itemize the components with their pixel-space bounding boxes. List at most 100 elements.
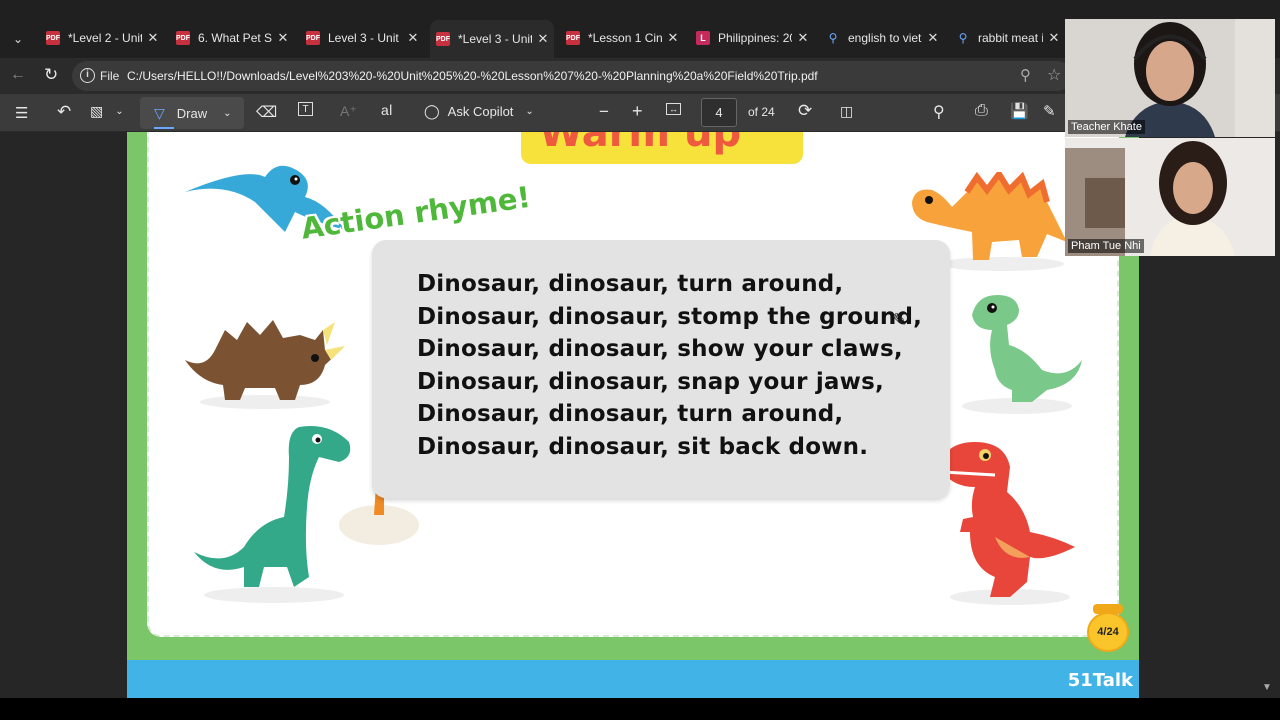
student-name: Pham Tue Nhi	[1068, 239, 1144, 253]
rhyme-line: Dinosaur, dinosaur, turn around,	[417, 401, 844, 427]
tab-3[interactable]: PDF Level 3 - Unit 5 ✕	[300, 23, 424, 53]
tab-8[interactable]: ⚲ rabbit meat in ✕	[950, 23, 1065, 53]
search-icon: ⚲	[958, 31, 968, 45]
minus-icon: −	[599, 102, 609, 121]
back-arrow-icon: ←	[10, 66, 26, 83]
slide-footer-bar: 51Talk	[127, 660, 1139, 698]
tab-7[interactable]: ⚲ english to vietn ✕	[820, 23, 944, 53]
chevron-down-icon: ⌄	[223, 107, 232, 119]
l-icon: L	[696, 31, 710, 45]
save-button[interactable]: 💾	[1010, 102, 1029, 120]
warmup-banner: Warm up	[521, 132, 803, 164]
close-icon[interactable]: ✕	[796, 30, 810, 46]
triangle-down-icon: ▼	[1262, 682, 1272, 693]
close-icon[interactable]: ✕	[406, 30, 420, 46]
zoom-out-button[interactable]: −	[599, 102, 609, 122]
pdf-icon: PDF	[176, 31, 190, 45]
green-dinosaur-illustration	[962, 295, 1082, 414]
save-as-icon: ✎	[1043, 103, 1056, 120]
copilot-icon: ◯	[424, 103, 440, 119]
tab-2[interactable]: PDF 6. What Pet Sho ✕	[170, 23, 294, 53]
page-view-button[interactable]: ◫	[840, 103, 853, 120]
rhyme-line: Dinosaur, dinosaur, stomp the ground,	[417, 304, 923, 330]
close-icon[interactable]: ✕	[666, 30, 680, 46]
brown-triceratops-illustration	[185, 320, 345, 409]
tab-6[interactable]: L Philippines: 20: ✕	[690, 23, 814, 53]
close-icon[interactable]: ✕	[926, 30, 940, 46]
pdf-icon: PDF	[566, 31, 580, 45]
draw-button[interactable]: ▽ Draw ⌄	[140, 97, 244, 129]
save-icon: 💾	[1010, 103, 1029, 120]
highlight-button[interactable]: ▧ ⌄	[90, 103, 124, 120]
search-icon: ⚲	[933, 104, 945, 121]
chevron-down-icon: ⌄	[115, 106, 124, 117]
tab-4[interactable]: PDF *Level 3 - Unit 5 ✕	[430, 20, 554, 58]
read-aloud-button[interactable]: A⁺	[340, 103, 357, 120]
info-icon: i	[80, 68, 95, 83]
student-video[interactable]: Pham Tue Nhi	[1065, 138, 1275, 256]
page-total: of 24	[748, 105, 775, 119]
rhyme-line: Dinosaur, dinosaur, turn around,	[417, 271, 844, 297]
search-icon: ⚲	[828, 31, 838, 45]
tab-5[interactable]: PDF *Lesson 1 Cindy ✕	[560, 23, 684, 53]
search-button[interactable]: ⚲	[933, 102, 945, 122]
page-number-input[interactable]: 4	[701, 98, 737, 127]
rhyme-line: Dinosaur, dinosaur, snap your jaws,	[417, 369, 884, 395]
print-icon: ⎙	[975, 102, 988, 119]
brand-logo: 51Talk	[1067, 670, 1133, 691]
erase-button[interactable]: ⌫	[256, 103, 277, 121]
translate-icon: aا	[381, 102, 393, 118]
pdf-page[interactable]: Warm up Action rhyme! Dinosaur, dinosaur…	[127, 132, 1139, 698]
print-button[interactable]: ⎙	[975, 102, 988, 120]
zoom-icon[interactable]: ⚲	[1020, 66, 1031, 84]
undo-icon: ↶	[57, 102, 72, 121]
draw-underline	[154, 127, 174, 129]
read-aloud-icon: A⁺	[340, 103, 357, 119]
rhyme-line: Dinosaur, dinosaur, sit back down.	[417, 434, 869, 460]
fit-page-button[interactable]: ↔	[666, 103, 681, 115]
pdf-icon: PDF	[306, 31, 320, 45]
contents-button[interactable]: ☰	[15, 104, 28, 122]
bottom-strip	[0, 698, 1280, 720]
refresh-button[interactable]: ↻	[44, 65, 58, 85]
tab-label: Level 3 - Unit 5	[328, 31, 402, 45]
refresh-icon: ↻	[44, 65, 59, 84]
plus-icon: +	[632, 101, 643, 121]
translate-button[interactable]: aا	[381, 102, 393, 119]
address-url[interactable]: C:/Users/HELLO!!/Downloads/Level%203%20-…	[127, 69, 818, 83]
teacher-video[interactable]: Teacher Khate	[1065, 19, 1275, 137]
close-icon[interactable]: ✕	[276, 30, 290, 46]
tab-label: 6. What Pet Sho	[198, 31, 272, 45]
page-total-label: of 24	[748, 105, 775, 119]
address-bar[interactable]: i File C:/Users/HELLO!!/Downloads/Level%…	[72, 61, 1072, 91]
rotate-button[interactable]: ⟳	[798, 101, 812, 121]
close-icon[interactable]: ✕	[536, 31, 550, 47]
eraser-icon: ⌫	[256, 104, 278, 121]
save-as-button[interactable]: ✎	[1043, 102, 1056, 120]
tab-label: rabbit meat in	[978, 31, 1043, 45]
page-current: 4	[715, 105, 723, 120]
tab-1[interactable]: PDF *Level 2 - Unit ✕	[40, 23, 164, 53]
tab-label: english to vietn	[848, 31, 922, 45]
tab-label: *Level 3 - Unit 5	[458, 32, 532, 46]
star-icon[interactable]: ☆	[1047, 65, 1061, 85]
pdf-icon: PDF	[46, 31, 60, 45]
pdf-icon: PDF	[436, 32, 450, 46]
tab-label: *Lesson 1 Cindy	[588, 31, 662, 45]
tab-label: *Level 2 - Unit	[68, 31, 142, 45]
fit-width-icon: ↔	[666, 103, 681, 115]
tab-list-button[interactable]: ⌄	[6, 27, 30, 51]
ask-copilot-button[interactable]: ◯ Ask Copilot ⌄	[424, 103, 534, 120]
zoom-in-button[interactable]: +	[632, 101, 643, 122]
back-button[interactable]: ←	[10, 66, 26, 84]
rotate-icon: ⟳	[798, 101, 813, 120]
undo-button[interactable]: ↶	[57, 102, 71, 122]
close-icon[interactable]: ✕	[1047, 30, 1061, 46]
close-icon[interactable]: ✕	[146, 30, 160, 46]
address-scheme: File	[100, 69, 120, 83]
scroll-down-button[interactable]: ▼	[1262, 682, 1272, 693]
highlighter-icon: ▧	[90, 103, 104, 119]
slide-card: Warm up Action rhyme! Dinosaur, dinosaur…	[147, 132, 1119, 637]
rhyme-line: Dinosaur, dinosaur, show your claws,	[417, 336, 903, 362]
text-button[interactable]: T	[298, 102, 313, 116]
